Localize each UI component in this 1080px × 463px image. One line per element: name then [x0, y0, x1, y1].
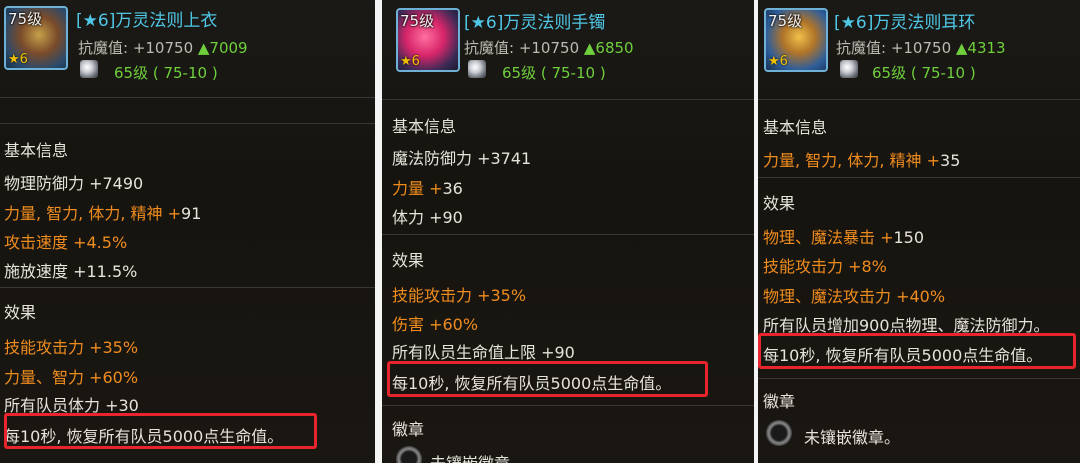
divider [758, 99, 1080, 100]
stat-line: 施放速度 +11.5% [4, 262, 138, 281]
divider [0, 123, 375, 124]
divider [382, 234, 754, 235]
effect-line: 物理、魔法暴击 +150 [763, 228, 925, 247]
armor-icon[interactable]: 75级 ★6 [4, 6, 68, 70]
level-requirement: 65级 ( 75-10 ) [114, 64, 218, 82]
effect-line: 技能攻击力 +8% [763, 257, 887, 276]
effect-line: 所有队员生命值上限 +90 [392, 343, 575, 362]
stat-line: 力量, 智力, 体力, 精神 +91 [4, 204, 202, 223]
stat-line: 力量, 智力, 体力, 精神 +35 [763, 151, 961, 170]
gem-icon [468, 60, 486, 78]
item-title: [★6]万灵法则上衣 [76, 11, 218, 31]
section-header-emblem: 徽章 [763, 392, 796, 411]
effect-line: 技能攻击力 +35% [392, 286, 527, 305]
item-tooltip-earring: 75级 ★6 [★6]万灵法则耳环 抗魔值: +10750 ▲4313 65级 … [758, 0, 1080, 463]
level-badge: 75级 [400, 12, 435, 30]
emblem-status: 未镶嵌徽章。 [804, 428, 901, 447]
divider [758, 177, 1080, 178]
gem-icon [840, 60, 858, 78]
star-badge-icon: ★6 [400, 54, 420, 69]
effect-line: 伤害 +60% [392, 315, 479, 334]
section-header-basic: 基本信息 [763, 118, 828, 137]
highlight-box [387, 361, 708, 397]
item-tooltip-bracelet: 75级 ★6 [★6]万灵法则手镯 抗魔值: +10750 ▲6850 65级 … [382, 0, 754, 463]
stat-line: 攻击速度 +4.5% [4, 233, 128, 252]
section-header-emblem: 徽章 [392, 420, 425, 439]
resist-value: 抗魔值: +10750 ▲4313 [836, 39, 1006, 57]
star-badge-icon: ★6 [8, 52, 28, 67]
divider [758, 378, 1080, 379]
emblem-socket-icon[interactable] [766, 420, 792, 446]
effect-line: 技能攻击力 +35% [4, 338, 139, 357]
level-requirement: 65级 ( 75-10 ) [502, 64, 606, 82]
divider [0, 287, 375, 288]
level-badge: 75级 [8, 10, 43, 28]
gem-icon [80, 60, 98, 78]
level-badge: 75级 [768, 12, 803, 30]
item-title: [★6]万灵法则耳环 [834, 13, 976, 33]
earring-icon[interactable]: 75级 ★6 [764, 8, 828, 72]
emblem-status: 未镶嵌徽章 [430, 450, 510, 463]
emblem-socket-icon[interactable] [396, 446, 422, 463]
section-header-basic: 基本信息 [4, 141, 69, 160]
section-header-effect: 效果 [392, 251, 425, 270]
resist-value: 抗魔值: +10750 ▲6850 [464, 39, 634, 57]
section-header-effect: 效果 [763, 194, 796, 213]
resist-value: 抗魔值: +10750 ▲7009 [78, 39, 248, 57]
highlight-box [4, 413, 317, 449]
divider [382, 405, 754, 406]
panel-gap [375, 0, 382, 463]
item-title: [★6]万灵法则手镯 [464, 13, 606, 33]
bracelet-icon[interactable]: 75级 ★6 [396, 8, 460, 72]
effect-line: 力量、智力 +60% [4, 368, 139, 387]
highlight-box [758, 333, 1076, 369]
item-tooltip-armor: 75级 ★6 [★6]万灵法则上衣 抗魔值: +10750 ▲7009 65级 … [0, 0, 375, 463]
stat-line: 物理防御力 +7490 [4, 174, 144, 193]
effect-line: 物理、魔法攻击力 +40% [763, 287, 946, 306]
stat-line: 体力 +90 [392, 208, 463, 227]
stat-line: 魔法防御力 +3741 [392, 149, 532, 168]
divider [0, 97, 375, 98]
section-header-basic: 基本信息 [392, 117, 457, 136]
divider [382, 99, 754, 100]
star-badge-icon: ★6 [768, 54, 788, 69]
level-requirement: 65级 ( 75-10 ) [872, 64, 976, 82]
section-header-effect: 效果 [4, 303, 37, 322]
stat-line: 力量 +36 [392, 179, 463, 198]
